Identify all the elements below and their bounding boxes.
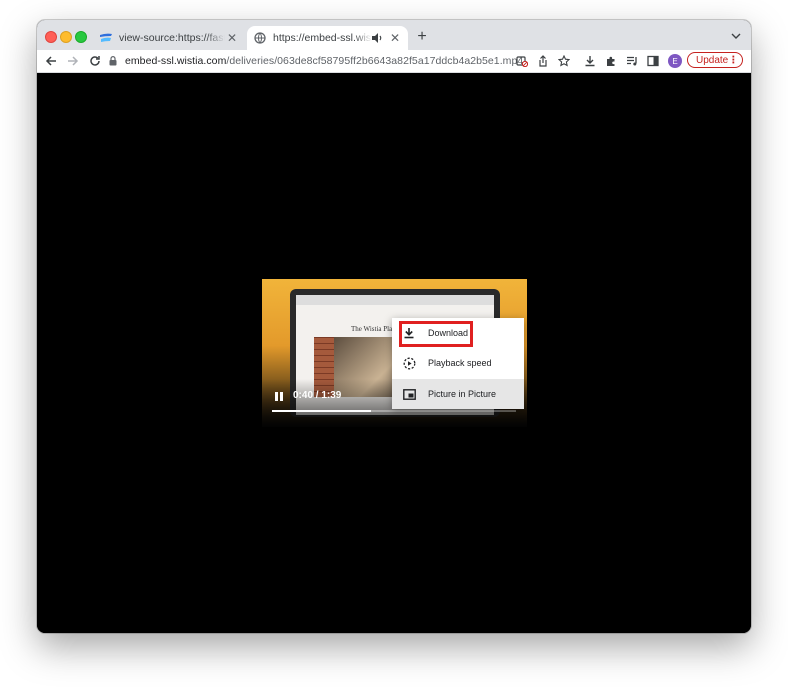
playback-speed-icon (402, 356, 416, 370)
tab-view-source[interactable]: view-source:https://fast.wistia ✕ (93, 26, 245, 50)
video-progress-bar[interactable] (272, 410, 516, 412)
media-control-icon[interactable] (624, 53, 640, 69)
update-label: Update (696, 54, 729, 66)
back-icon[interactable] (43, 53, 59, 69)
browser-toolbar: embed-ssl.wistia.com/deliveries/063de8cf… (37, 50, 751, 73)
profile-avatar[interactable]: E (668, 54, 682, 68)
forward-icon[interactable] (65, 53, 81, 69)
close-tab-icon[interactable]: ✕ (388, 31, 402, 45)
bookmark-star-icon[interactable] (556, 53, 572, 69)
url-text: embed-ssl.wistia.com/deliveries/063de8cf… (125, 55, 523, 67)
menu-item-label: Playback speed (428, 358, 492, 368)
menu-item-picture-in-picture[interactable]: Picture in Picture (392, 379, 524, 409)
tab-strip: view-source:https://fast.wistia ✕ https:… (37, 20, 751, 50)
share-icon[interactable] (535, 53, 551, 69)
video-time: 0:40 / 1:39 (293, 390, 342, 401)
minimize-window-button[interactable] (60, 31, 72, 43)
side-panel-icon[interactable] (645, 53, 661, 69)
download-highlight-box (399, 321, 473, 347)
url-host: embed-ssl.wistia.com (125, 55, 227, 67)
close-tab-icon[interactable]: ✕ (225, 31, 239, 45)
picture-in-picture-icon (402, 387, 416, 401)
downloads-icon[interactable] (582, 53, 598, 69)
tab-title: view-source:https://fast.wistia (119, 32, 225, 44)
lock-icon[interactable] (109, 55, 119, 67)
zoom-window-button[interactable] (75, 31, 87, 43)
page-content: The Wistia Playe 0:40 / 1:39 Download Pl… (37, 73, 751, 633)
menu-item-label: Picture in Picture (428, 389, 497, 399)
close-window-button[interactable] (45, 31, 57, 43)
tab-title: https://embed-ssl.wistia.co (273, 32, 372, 44)
tab-embed-ssl[interactable]: https://embed-ssl.wistia.co ✕ (247, 26, 408, 50)
speaker-icon[interactable] (372, 32, 384, 44)
wistia-icon (99, 31, 113, 45)
globe-icon (253, 31, 267, 45)
new-tab-button[interactable]: + (413, 28, 431, 46)
browser-window: view-source:https://fast.wistia ✕ https:… (37, 20, 751, 633)
blocked-icon[interactable] (514, 53, 530, 69)
video-progress-fill (272, 410, 371, 412)
url-path: /deliveries/063de8cf58795ff2b6643a82f5a1… (226, 55, 524, 67)
reload-icon[interactable] (87, 53, 103, 69)
menu-item-playback-speed[interactable]: Playback speed (392, 348, 524, 378)
extensions-icon[interactable] (603, 53, 619, 69)
pause-icon[interactable] (274, 390, 284, 402)
more-menu-icon[interactable]: ⋮ (728, 55, 738, 66)
tab-search-icon[interactable] (729, 29, 743, 43)
video-frame-browser-bar (296, 295, 494, 305)
update-button[interactable]: Update ⋮ (687, 52, 743, 68)
